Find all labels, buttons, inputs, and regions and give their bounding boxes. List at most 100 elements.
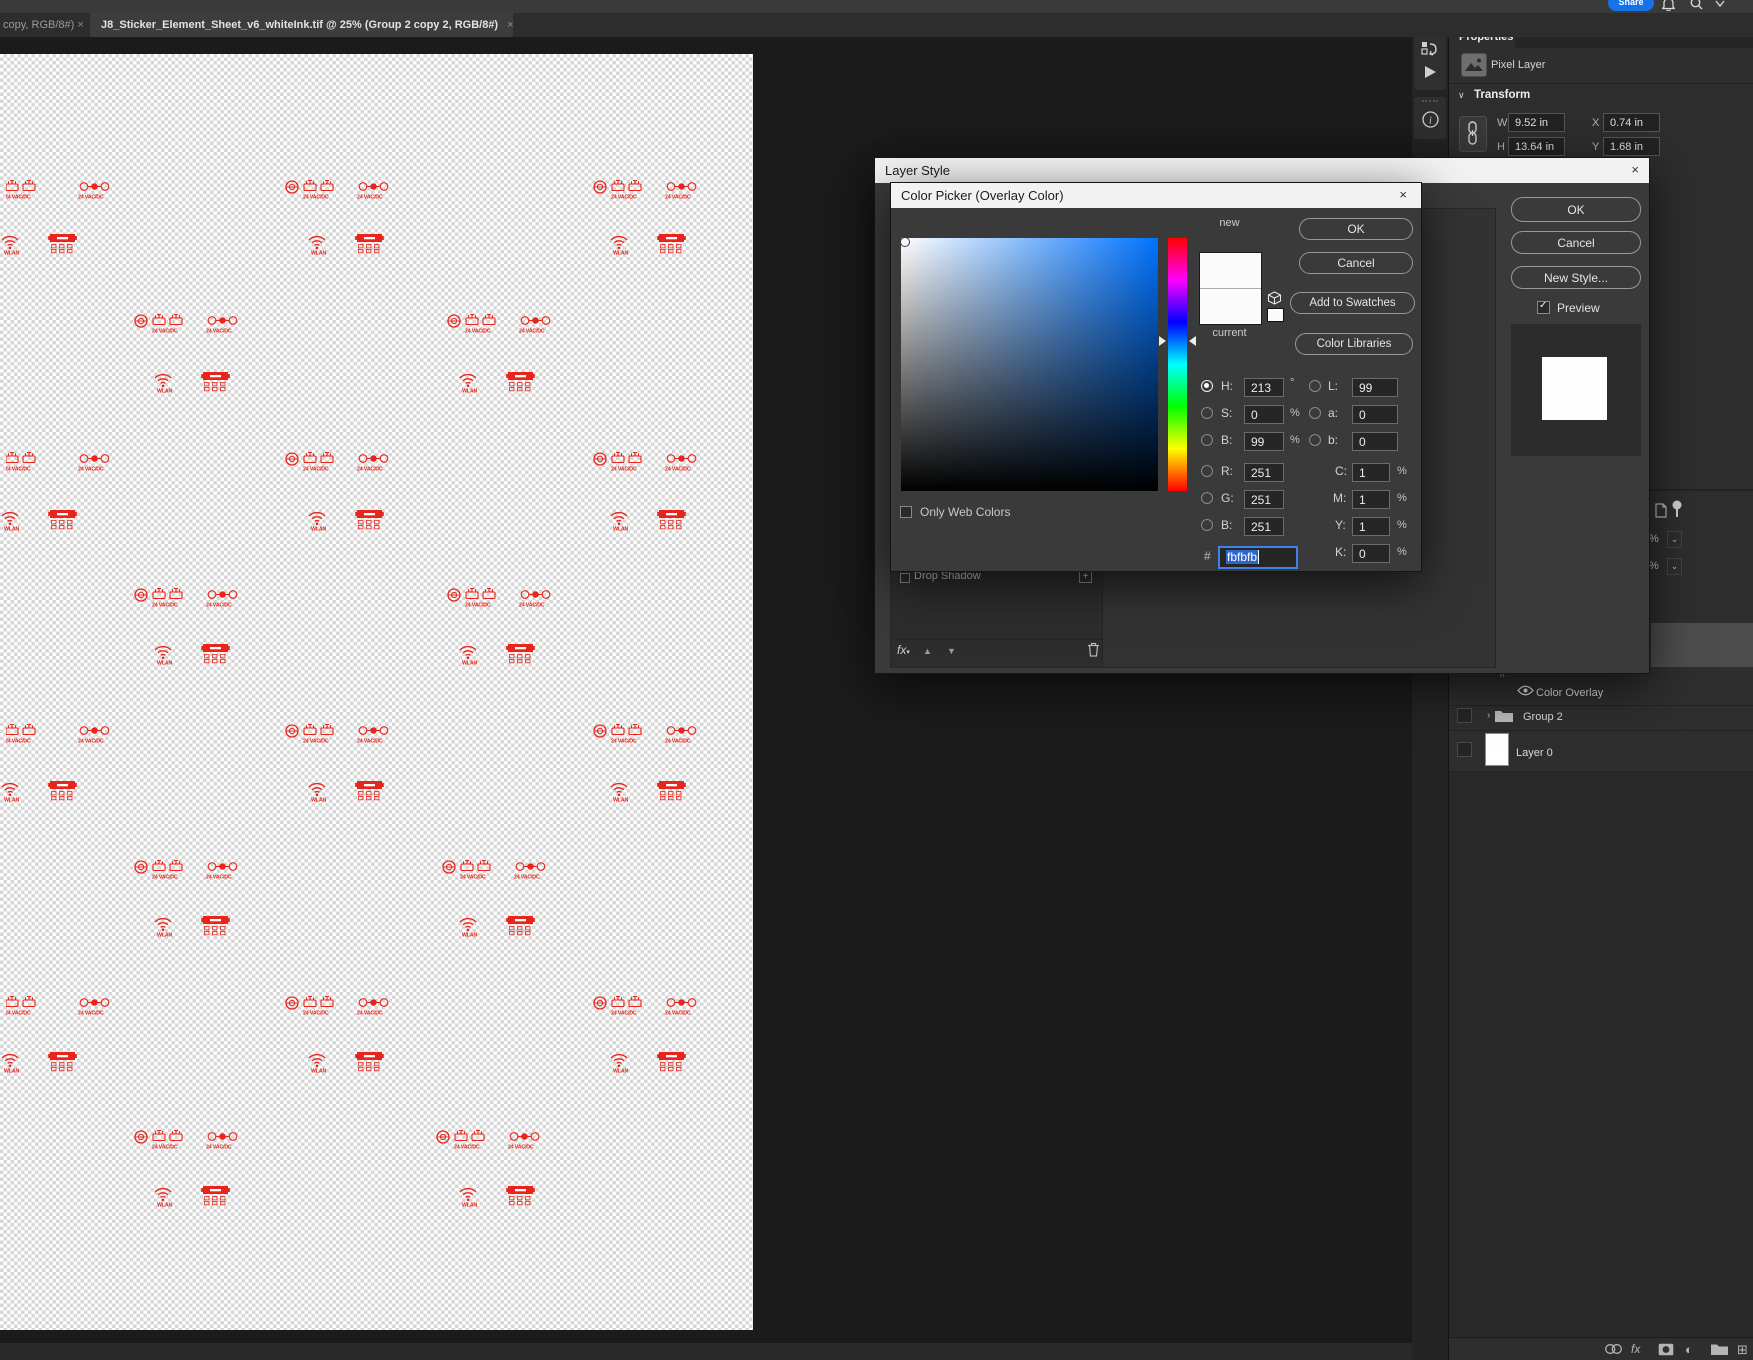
lab-a-radio[interactable] bbox=[1309, 407, 1321, 419]
document-tab-active[interactable]: J8_Sticker_Element_Sheet_v6_whiteInk.tif… bbox=[90, 13, 513, 37]
sticker-cluster: WLAN bbox=[153, 371, 233, 394]
hue-slider-arrow-right[interactable] bbox=[1189, 336, 1196, 346]
width-field[interactable]: 9.52 in bbox=[1508, 113, 1565, 132]
sticker-cluster: WLAN bbox=[153, 1185, 233, 1208]
green-radio[interactable] bbox=[1201, 492, 1213, 504]
transform-collapse-icon[interactable]: ∨ bbox=[1458, 90, 1465, 101]
new-layer-icon[interactable]: ⊞ bbox=[1737, 1342, 1748, 1358]
fill-dropdown-icon[interactable]: ⌄ bbox=[1667, 558, 1682, 575]
m-field[interactable]: 1 bbox=[1352, 490, 1390, 509]
play-actions-icon[interactable] bbox=[1424, 65, 1437, 79]
move-effect-up-icon[interactable]: ▲ bbox=[923, 646, 932, 656]
svg-text:24 VAC/DC: 24 VAC/DC bbox=[78, 739, 104, 745]
g-field[interactable]: 251 bbox=[1244, 490, 1284, 509]
hue-radio[interactable] bbox=[1201, 380, 1213, 392]
layer-row-group2[interactable]: Group 2 bbox=[1523, 711, 1563, 723]
layer-mask-icon[interactable] bbox=[1658, 1343, 1674, 1356]
a-field[interactable]: 0 bbox=[1352, 405, 1398, 424]
sticker-cluster: 24 VAC/DC 24 VAC/DC bbox=[442, 859, 554, 881]
add-to-swatches-button[interactable]: Add to Swatches bbox=[1290, 292, 1415, 314]
group-expand-icon[interactable]: › bbox=[1487, 710, 1490, 721]
delete-effect-icon[interactable] bbox=[1087, 642, 1100, 657]
lab-b-field[interactable]: 0 bbox=[1352, 432, 1398, 451]
blue-field[interactable]: 251 bbox=[1244, 517, 1284, 536]
sticker-cluster: WLAN bbox=[458, 643, 538, 666]
layer-thumbnail[interactable] bbox=[1485, 733, 1509, 766]
s-field[interactable]: 0 bbox=[1244, 405, 1284, 424]
blue-radio[interactable] bbox=[1201, 519, 1213, 531]
preview-checkbox[interactable] bbox=[1537, 301, 1550, 314]
visibility-toggle[interactable] bbox=[1457, 742, 1472, 757]
red-radio[interactable] bbox=[1201, 465, 1213, 477]
info-icon[interactable]: i bbox=[1422, 111, 1439, 128]
share-button[interactable]: Share bbox=[1608, 0, 1654, 11]
b-field[interactable]: 99 bbox=[1244, 432, 1284, 451]
eye-icon[interactable] bbox=[1517, 685, 1534, 696]
lock-transparent-icon[interactable] bbox=[1655, 503, 1667, 518]
saturation-brightness-field[interactable] bbox=[901, 238, 1158, 491]
opacity-dropdown-icon[interactable]: ⌄ bbox=[1667, 531, 1682, 548]
link-layers-icon[interactable] bbox=[1605, 1344, 1622, 1354]
brightness-radio[interactable] bbox=[1201, 434, 1213, 446]
close-tab-icon[interactable]: × bbox=[77, 19, 83, 31]
panel-grip bbox=[1422, 100, 1438, 105]
effect-color-overlay-row[interactable]: Color Overlay bbox=[1536, 687, 1603, 699]
layer-style-cancel-button[interactable]: Cancel bbox=[1511, 231, 1641, 254]
a-label: a: bbox=[1328, 406, 1338, 420]
fx-menu-icon[interactable]: fx▾ bbox=[897, 643, 910, 657]
y-field[interactable]: 1.68 in bbox=[1603, 137, 1660, 156]
l-field[interactable]: 99 bbox=[1352, 378, 1398, 397]
w-label: W bbox=[1497, 117, 1507, 129]
lock-position-icon[interactable] bbox=[1671, 500, 1683, 519]
document-canvas[interactable]: 24 VAC/DC 24 VAC/DC 24 VAC/DC 24 VAC/DC … bbox=[0, 54, 753, 1330]
close-icon[interactable]: × bbox=[1399, 188, 1407, 202]
color-picker-ok-button[interactable]: OK bbox=[1299, 218, 1413, 240]
drop-shadow-checkbox[interactable] bbox=[900, 573, 910, 583]
color-picker-cancel-button[interactable]: Cancel bbox=[1299, 252, 1413, 274]
only-web-colors-checkbox[interactable] bbox=[900, 506, 912, 518]
sticker-cluster: WLAN bbox=[153, 643, 233, 666]
lab-l-radio[interactable] bbox=[1309, 380, 1321, 392]
color-libraries-button[interactable]: Color Libraries bbox=[1295, 333, 1413, 355]
r-field[interactable]: 251 bbox=[1244, 463, 1284, 482]
layer-style-ok-button[interactable]: OK bbox=[1511, 197, 1641, 222]
sticker-cluster: 24 VAC/DC 24 VAC/DC bbox=[6, 723, 118, 745]
svg-text:24 VAC/DC: 24 VAC/DC bbox=[78, 1011, 104, 1017]
k-field[interactable]: 0 bbox=[1352, 544, 1390, 563]
adjustment-layer-icon[interactable]: ◐ bbox=[1685, 1342, 1693, 1357]
layer-row-layer0[interactable]: Layer 0 bbox=[1516, 747, 1553, 759]
chevron-down-icon[interactable] bbox=[1714, 0, 1726, 10]
c-field[interactable]: 1 bbox=[1352, 463, 1390, 482]
close-icon[interactable]: × bbox=[1631, 163, 1639, 177]
height-field[interactable]: 13.64 in bbox=[1508, 137, 1565, 156]
new-group-icon[interactable] bbox=[1711, 1343, 1728, 1355]
gamut-warning-cube-icon[interactable] bbox=[1267, 291, 1282, 305]
photoshop-window: 24 VAC/DC 24 VAC/DC 24 VAC/DC 24 VAC/DC … bbox=[0, 0, 1753, 1360]
visibility-toggle[interactable] bbox=[1457, 708, 1472, 723]
move-effect-down-icon[interactable]: ▼ bbox=[947, 646, 956, 656]
bell-icon[interactable] bbox=[1662, 0, 1675, 11]
svg-text:24 VAC/DC: 24 VAC/DC bbox=[519, 603, 545, 609]
sticker-cluster: WLAN bbox=[307, 1051, 387, 1074]
close-tab-icon[interactable]: × bbox=[507, 19, 513, 31]
hue-slider[interactable] bbox=[1168, 238, 1187, 491]
history-icon[interactable] bbox=[1421, 41, 1439, 59]
search-icon[interactable] bbox=[1690, 0, 1703, 11]
link-dimensions-icon[interactable] bbox=[1459, 116, 1487, 152]
x-field[interactable]: 0.74 in bbox=[1603, 113, 1660, 132]
hue-slider-arrow-left[interactable] bbox=[1159, 336, 1166, 346]
svg-text:24 VAC/DC: 24 VAC/DC bbox=[665, 739, 691, 745]
document-tab-inactive[interactable]: copy, RGB/8#) × bbox=[0, 13, 91, 37]
svg-text:24 VAC/DC: 24 VAC/DC bbox=[78, 467, 104, 473]
selected-layer-row[interactable] bbox=[1651, 623, 1753, 667]
lab-b-radio[interactable] bbox=[1309, 434, 1321, 446]
color-field-marker[interactable] bbox=[900, 237, 910, 247]
y-cmyk-field[interactable]: 1 bbox=[1352, 517, 1390, 536]
h-field[interactable]: 213 bbox=[1244, 378, 1284, 397]
layer-style-title: Layer Style bbox=[875, 158, 1649, 183]
new-style-button[interactable]: New Style... bbox=[1511, 266, 1641, 289]
gamut-swatch[interactable] bbox=[1267, 308, 1284, 322]
hex-field[interactable]: fbfbfb bbox=[1218, 546, 1298, 569]
layer-style-fx-icon[interactable]: fx bbox=[1631, 1342, 1640, 1356]
saturation-radio[interactable] bbox=[1201, 407, 1213, 419]
